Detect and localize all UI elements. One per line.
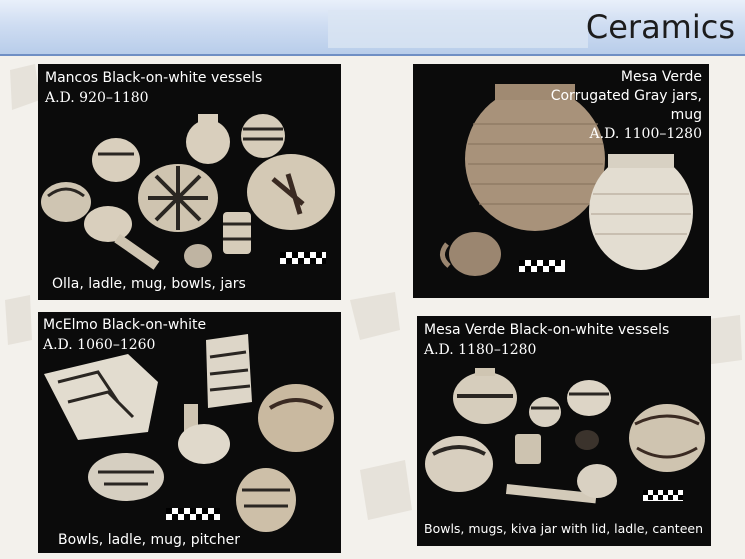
- pottery-jar-patterned: [241, 114, 285, 158]
- scale-bar: [280, 252, 326, 264]
- pottery-ladle: [577, 464, 617, 498]
- scale-bar: [643, 490, 683, 501]
- corrugated-dates: A.D. 1100–1280: [589, 126, 702, 142]
- mancos-heading: Mancos Black-on-white vessels: [45, 70, 263, 86]
- pottery-bowl-fragment: [44, 354, 158, 440]
- mancos-dates: A.D. 920–1180: [45, 90, 149, 106]
- pottery-ladle: [178, 424, 230, 464]
- pottery-olla: [92, 138, 140, 182]
- mcelmo-heading: McElmo Black-on-white: [43, 317, 207, 333]
- mcelmo-dates: A.D. 1060–1260: [43, 337, 156, 353]
- pottery-bowl-large: [629, 404, 705, 472]
- pottery-bowl-left: [425, 436, 493, 492]
- header-highlight-strip: [328, 10, 588, 48]
- pottery-mug-jar: [236, 468, 296, 532]
- pottery-ladle: [84, 206, 132, 242]
- corrugated-heading-line-2: Corrugated Gray jars,: [550, 88, 702, 104]
- pottery-corrugated-jar-large: [465, 87, 605, 231]
- scale-bar: [519, 260, 565, 272]
- mcelmo-caption: Bowls, ladle, mug, pitcher: [58, 532, 240, 548]
- pottery-bowl-broken: [88, 453, 164, 501]
- corrugated-heading-line-3: mug: [670, 107, 702, 123]
- mesa-verde-bw-caption: Bowls, mugs, kiva jar with lid, ladle, c…: [424, 521, 704, 536]
- panel-mesa-verde-corrugated: Mesa Verde Corrugated Gray jars, mug A.D…: [413, 64, 709, 298]
- pottery-jar: [186, 120, 230, 164]
- pottery-mug: [223, 212, 251, 254]
- pottery-mug-small: [529, 397, 561, 427]
- panel-mancos: Mancos Black-on-white vessels A.D. 920–1…: [38, 64, 341, 300]
- pottery-mug: [515, 434, 541, 464]
- slide-header: Ceramics: [0, 0, 745, 56]
- mesa-verde-bw-heading: Mesa Verde Black-on-white vessels: [424, 322, 670, 338]
- scale-bar: [166, 508, 220, 520]
- mancos-caption: Olla, ladle, mug, bowls, jars: [52, 276, 246, 292]
- panel-mesa-verde-black-on-white: Mesa Verde Black-on-white vessels A.D. 1…: [417, 316, 711, 546]
- pottery-canteen: [567, 380, 611, 416]
- pottery-corrugated-mug: [449, 232, 501, 276]
- pottery-corrugated-jar-white: [589, 154, 693, 270]
- mesa-verde-bw-dates: A.D. 1180–1280: [424, 342, 537, 358]
- panel-mcelmo: McElmo Black-on-white A.D. 1060–1260 Bow…: [38, 312, 341, 553]
- slide-title: Ceramics: [585, 8, 735, 46]
- pottery-bowl-brown: [258, 384, 334, 452]
- corrugated-heading-line-1: Mesa Verde: [620, 69, 702, 85]
